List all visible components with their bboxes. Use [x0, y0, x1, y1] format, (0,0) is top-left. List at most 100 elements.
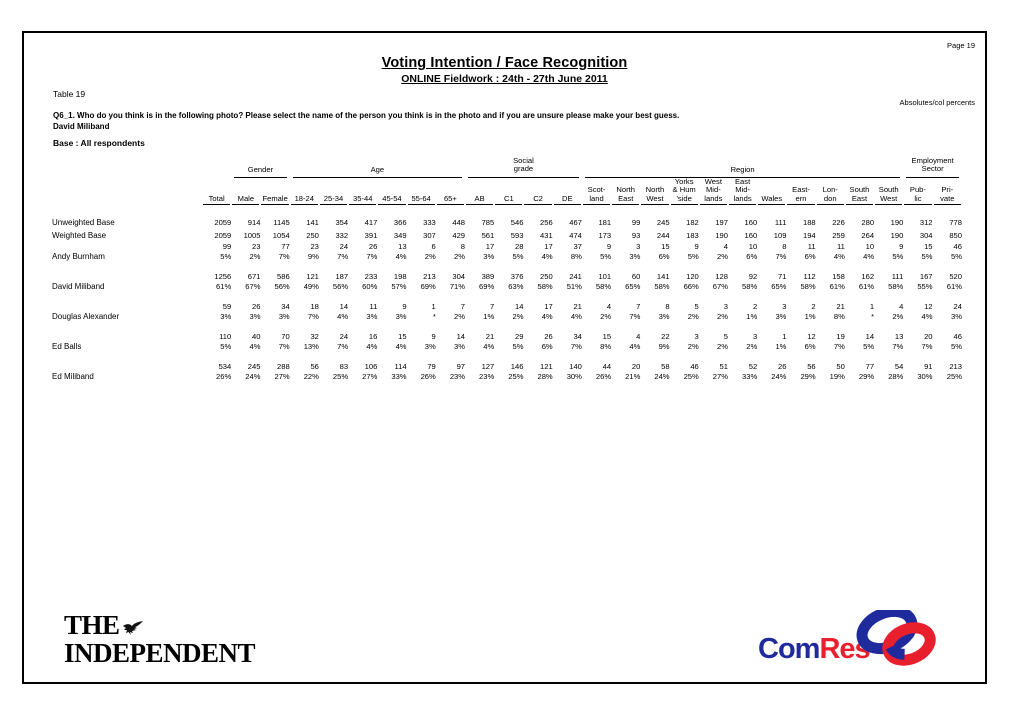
cell-andy-burnham-scot-count: 9: [606, 241, 612, 251]
cell-andy-burnham-se-percent: 4%: [863, 252, 875, 262]
cell-ed-balls-a1824-percent: 13%: [303, 342, 319, 352]
cell-douglas-alexander-public-percent: 4%: [921, 312, 933, 322]
cell-weighted-base-male-count: 1005: [243, 231, 261, 241]
cell-ed-miliband-public-percent: 30%: [917, 372, 933, 382]
cell-douglas-alexander-private-percent: 3%: [951, 312, 962, 322]
cell-david-miliband-a3544-count: 233: [364, 271, 378, 281]
group-header-line: Sector: [921, 164, 944, 174]
cell-unweighted-base-a1824-count: 141: [306, 218, 319, 228]
cell-david-miliband-male-count: 671: [247, 271, 261, 281]
table-row: Weighted Base 2059 1005 1054 250 332 391 349 307…: [52, 227, 962, 240]
cell-unweighted-base-london-count: 226: [832, 218, 845, 228]
cell-ed-miliband-yorks-percent: 25%: [683, 372, 699, 382]
column-header-line3: vate: [933, 194, 961, 206]
independent-logo: THE INDEPENDENT: [64, 612, 279, 667]
cell-david-miliband-a1824-count: 121: [306, 271, 319, 281]
cell-douglas-alexander-ne-count: 7: [636, 301, 641, 311]
cell-douglas-alexander-se-percent: *: [871, 312, 875, 322]
cell-david-miliband-de-count: 241: [569, 271, 582, 281]
cell-douglas-alexander-female-percent: 3%: [278, 312, 290, 322]
column-header-line3: C1: [495, 194, 523, 206]
group-header-region: Region: [730, 164, 755, 174]
cell-david-miliband-a1824-percent: 49%: [303, 282, 319, 292]
column-header-line3: 'side: [670, 194, 698, 206]
cell-unweighted-base-nw-count: 245: [656, 218, 670, 228]
crosstab-table: Gender Age Social grade Region Employment Sect…: [52, 156, 962, 390]
cell-andy-burnham-public-count: 15: [924, 241, 933, 251]
row-label-weighted-base: Weighted Base: [52, 231, 107, 241]
group-header-spacer: [52, 157, 202, 174]
cell-andy-burnham-total-percent: 5%: [220, 252, 232, 262]
cell-ed-miliband-total-percent: 26%: [216, 372, 232, 382]
cell-weighted-base-c1-count: 593: [510, 231, 524, 241]
group-header-none: [202, 157, 231, 174]
cell-weighted-base-total-count: 2059: [214, 231, 232, 241]
cell-ed-miliband-a5564-percent: 26%: [420, 372, 436, 382]
cell-david-miliband-ne-count: 60: [631, 271, 641, 281]
cell-weighted-base-nw-count: 244: [656, 231, 670, 241]
cell-david-miliband-total-count: 1256: [214, 271, 232, 281]
cell-weighted-base-a5564-count: 307: [423, 231, 436, 241]
table-row: Ed Miliband 534 245 288 56 83 106 114 79 97 127 146…: [52, 360, 962, 382]
cell-douglas-alexander-wmid-percent: 2%: [717, 312, 728, 322]
cell-andy-burnham-eastern-count: 11: [807, 241, 816, 251]
cell-ed-balls-female-percent: 7%: [278, 342, 290, 352]
cell-douglas-alexander-a3544-percent: 3%: [366, 312, 378, 322]
cell-douglas-alexander-sw-percent: 2%: [892, 312, 904, 322]
column-header-wmid: West Mid-lands: [699, 177, 728, 206]
cell-weighted-base-scot-count: 173: [598, 231, 612, 241]
cell-andy-burnham-a2534-count: 24: [339, 241, 349, 251]
cell-ed-balls-ne-percent: 4%: [629, 342, 641, 352]
column-header-line3: don: [816, 194, 844, 206]
column-header-sw: South West: [874, 178, 903, 206]
cell-andy-burnham-ne-percent: 3%: [629, 252, 641, 262]
cell-weighted-base-eastern-count: 194: [802, 231, 816, 241]
table-row: Douglas Alexander 59 26 34 18 14 11 9 1 7 7 14 17 21 4…: [52, 300, 962, 322]
column-header-line3: lands: [699, 194, 727, 206]
table-row: David Miliband 1256 671 586 121 187 233 198 213 3…: [52, 270, 962, 292]
cell-douglas-alexander-eastern-percent: 1%: [804, 312, 816, 322]
cell-unweighted-base-a4554-count: 366: [393, 218, 407, 228]
cell-ed-miliband-female-percent: 27%: [274, 372, 290, 382]
cell-unweighted-base-wales-count: 111: [774, 218, 787, 228]
cell-david-miliband-a4554-percent: 57%: [391, 282, 407, 292]
cell-andy-burnham-wales-count: 8: [782, 241, 787, 251]
row-label-david-miliband: David Miliband: [52, 282, 105, 292]
cell-unweighted-base-sw-count: 190: [890, 218, 904, 228]
cell-andy-burnham-wmid-percent: 2%: [717, 252, 728, 262]
cell-ed-miliband-wales-percent: 24%: [771, 372, 787, 382]
column-header-yorks: Yorks & Hum'side: [670, 177, 699, 206]
cell-unweighted-base-a5564-count: 333: [423, 218, 436, 228]
comres-logo: ComRes: [758, 610, 943, 666]
column-header-line3: Female: [261, 194, 289, 206]
column-header-line3: Male: [232, 194, 260, 206]
cell-david-miliband-ne-percent: 65%: [625, 282, 641, 292]
cell-andy-burnham-a3544-count: 26: [368, 241, 378, 251]
cell-ed-balls-a65-count: 14: [456, 331, 466, 341]
column-header-line3: ern: [787, 194, 815, 206]
cell-andy-burnham-nw-percent: 6%: [658, 252, 670, 262]
cell-unweighted-base-public-count: 312: [919, 218, 933, 228]
cell-ed-balls-yorks-percent: 2%: [687, 342, 699, 352]
cell-ed-miliband-se-count: 77: [865, 361, 875, 371]
cell-weighted-base-c2-count: 431: [540, 231, 553, 241]
cell-ed-miliband-de-count: 140: [569, 361, 582, 371]
cell-douglas-alexander-a4554-percent: 3%: [395, 312, 407, 322]
cell-david-miliband-ab-percent: 69%: [479, 282, 495, 292]
cell-andy-burnham-ab-count: 17: [485, 241, 495, 251]
cell-unweighted-base-se-count: 280: [861, 218, 875, 228]
cell-david-miliband-london-count: 158: [832, 271, 845, 281]
cell-david-miliband-a65-percent: 71%: [449, 282, 466, 292]
cell-unweighted-base-emid-count: 160: [744, 218, 758, 228]
cell-ed-balls-a4554-percent: 4%: [395, 342, 407, 352]
comres-rings-icon: [856, 610, 936, 666]
row-label-ed-balls: Ed Balls: [52, 342, 82, 352]
cell-andy-burnham-de-percent: 8%: [570, 252, 582, 262]
cell-weighted-base-ab-count: 561: [481, 231, 495, 241]
cell-david-miliband-c2-percent: 58%: [537, 282, 553, 292]
cell-unweighted-base-female-count: 1145: [273, 218, 290, 228]
cell-david-miliband-london-percent: 61%: [829, 282, 845, 292]
cell-ed-balls-male-count: 40: [252, 331, 261, 341]
cell-weighted-base-private-count: 850: [949, 231, 962, 241]
cell-ed-balls-wales-count: 1: [782, 331, 787, 341]
